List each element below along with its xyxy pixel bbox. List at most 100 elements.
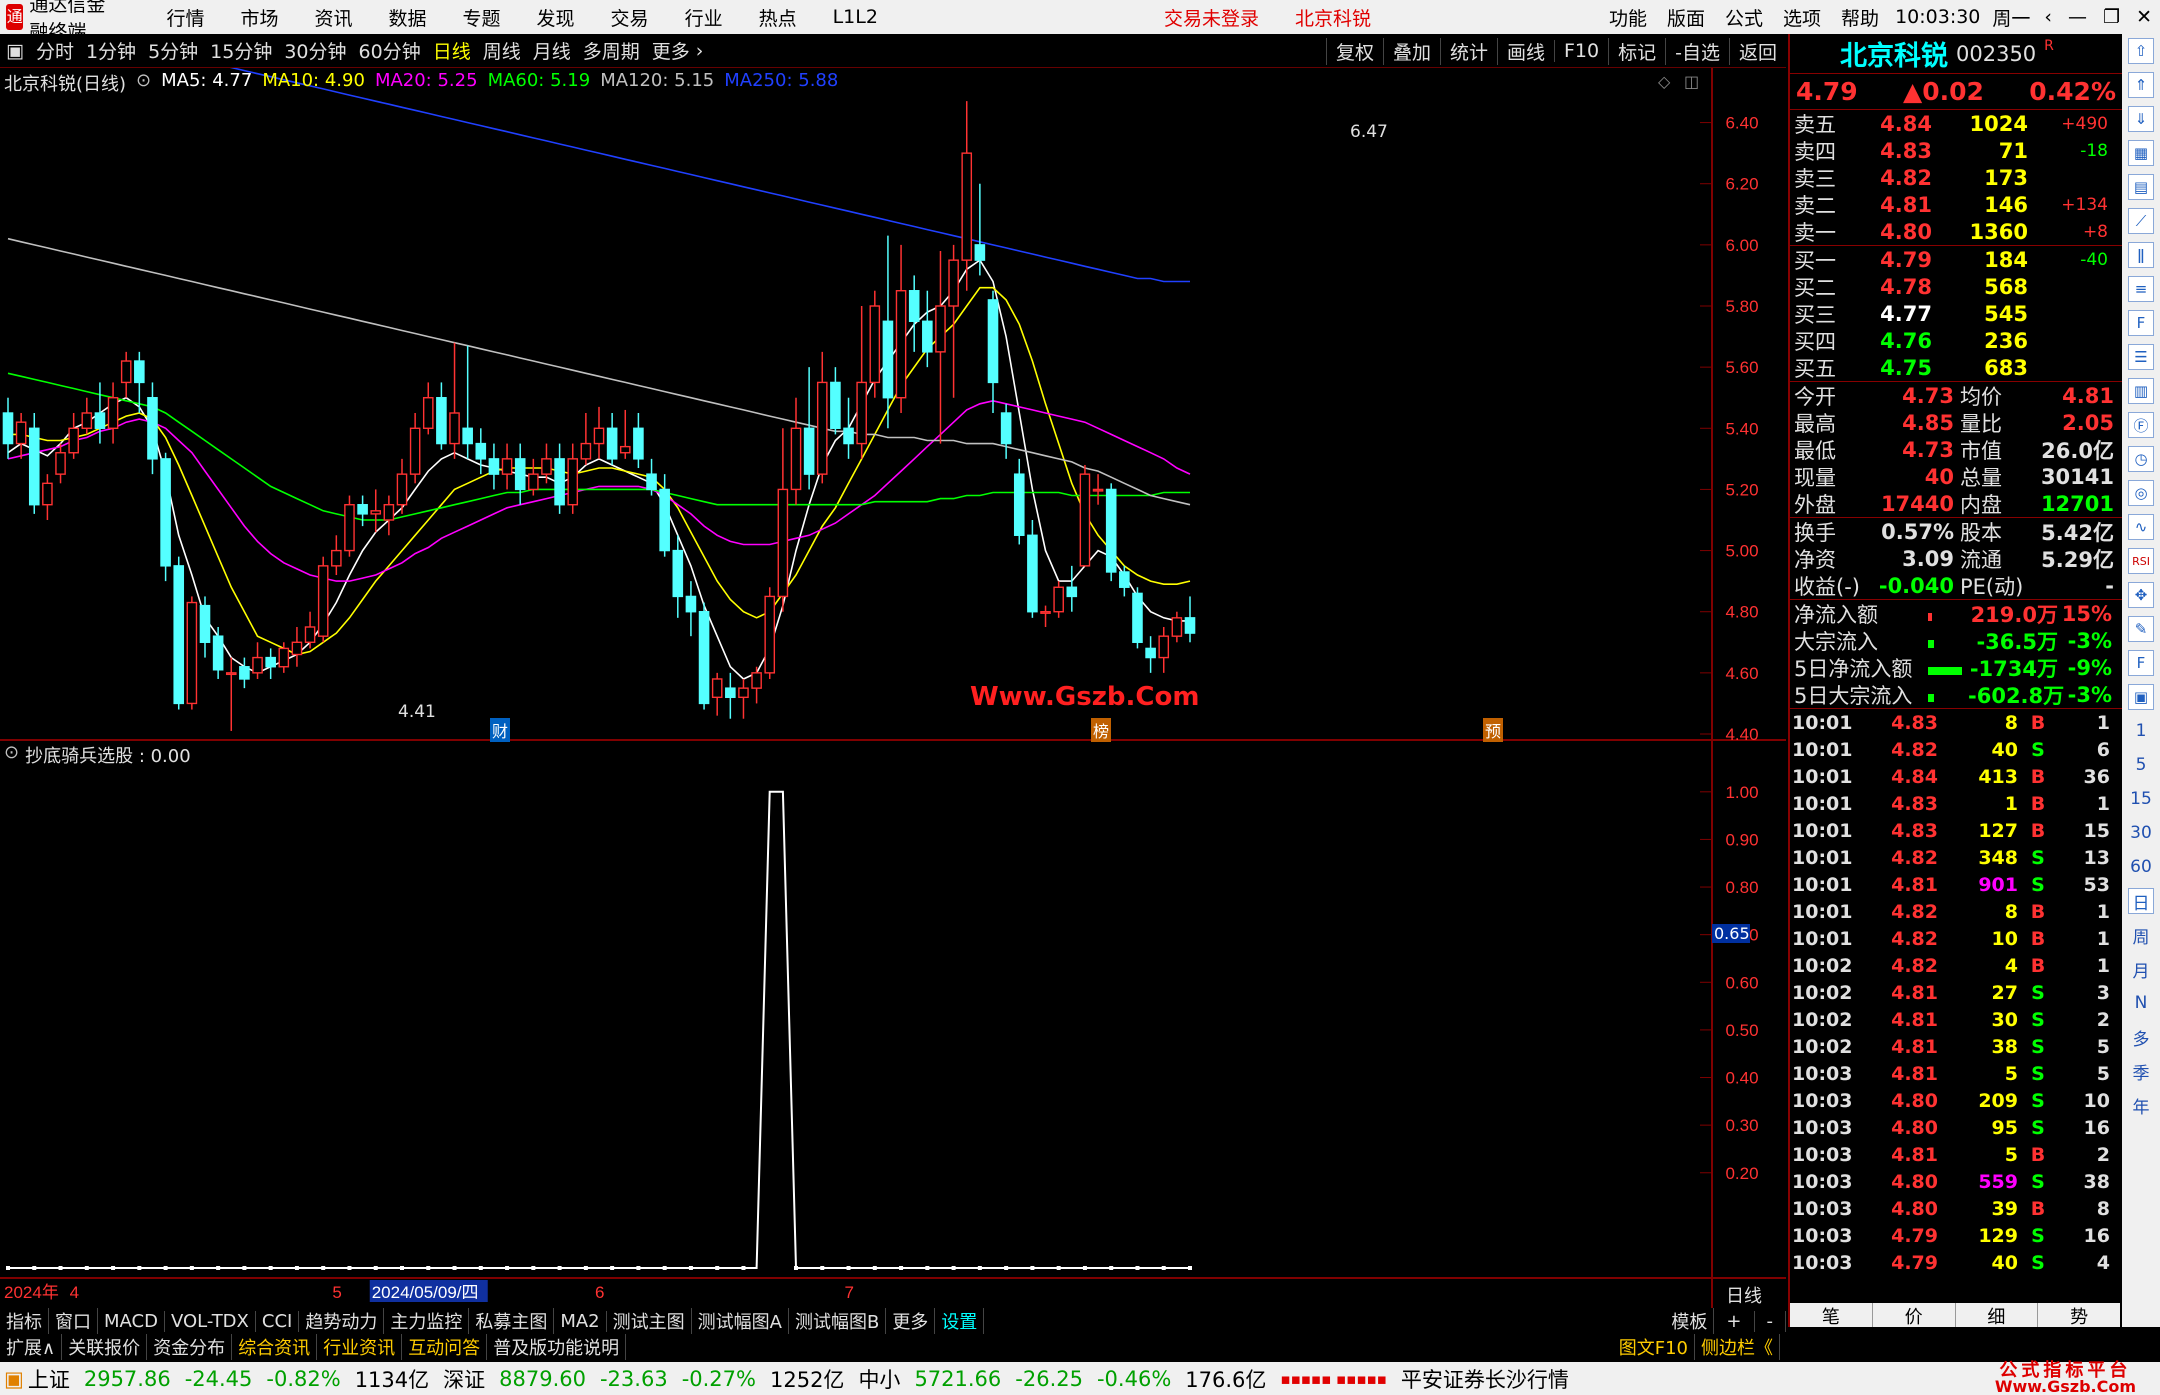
candle-body[interactable] [436,397,447,445]
candle-body[interactable] [344,504,355,552]
period-5-icon[interactable]: 5 [2128,752,2154,778]
candle-body[interactable] [94,412,106,429]
candle-body[interactable] [370,510,382,515]
candle-body[interactable] [1184,617,1196,634]
tab-zhibiao[interactable]: 指标 [0,1308,49,1334]
menu-shuju[interactable]: 数据 [371,4,445,31]
move-icon[interactable]: ✥ [2128,582,2154,608]
candle-body[interactable] [895,290,907,399]
candle-body[interactable] [160,458,171,567]
candle-body[interactable] [449,412,460,445]
period-60-icon[interactable]: 60 [2128,854,2154,880]
candle-body[interactable] [357,504,368,515]
candle-body[interactable] [790,427,802,491]
candle-body[interactable] [698,611,710,705]
candle-body[interactable] [409,427,421,475]
line-chart-icon[interactable]: ⟋ [2128,208,2154,234]
candle-body[interactable] [1132,592,1143,643]
tool-huaxian[interactable]: 画线 [1496,37,1554,65]
period-season-icon[interactable]: 季 [2128,1058,2154,1084]
candle-body[interactable] [948,259,959,307]
candle-body[interactable] [28,427,40,506]
side-tab-shi[interactable]: 势 [2038,1303,2120,1328]
tool-diejia[interactable]: 叠加 [1382,37,1440,65]
candle-body[interactable] [1053,586,1064,613]
tab-puji[interactable]: 普及版功能说明 [487,1334,627,1360]
list-icon[interactable]: ☰ [2128,344,2154,370]
tab-expand[interactable]: 扩展∧ [0,1334,63,1360]
candle-body[interactable] [987,299,999,384]
candle-body[interactable] [816,381,828,475]
close-icon[interactable]: ✕ [2128,6,2160,28]
tab-hudong[interactable]: 互动问答 [402,1334,488,1360]
period-daily[interactable]: 日线 [427,37,477,64]
candle-icon[interactable]: ǁ [2128,242,2154,268]
candle-body[interactable] [843,427,854,445]
candle-body[interactable] [173,565,185,705]
period-year-icon[interactable]: 年 [2128,1092,2154,1118]
period-multi-icon[interactable]: 多 [2128,1024,2154,1050]
candle-body[interactable] [541,458,552,475]
candle-body[interactable] [751,672,762,689]
candle-body[interactable] [554,458,565,506]
add-pane-button[interactable]: + [1714,1310,1755,1332]
menu-redian[interactable]: 热点 [741,4,815,31]
template-button[interactable]: 模板 [1665,1308,1715,1334]
pen-icon[interactable]: ✎ [2128,616,2154,642]
candle-body[interactable] [488,458,500,475]
candle-body[interactable] [711,678,723,699]
tab-tuwen-f10[interactable]: 图文F10 [1613,1334,1695,1360]
candle-body[interactable] [120,360,132,384]
candle-body[interactable] [593,427,605,445]
candle-body[interactable] [1158,635,1170,659]
candle-body[interactable] [134,360,145,384]
period-30-icon[interactable]: 30 [2128,820,2154,846]
side-tab-xi[interactable]: 细 [1956,1303,2039,1328]
minimize-icon[interactable]: — [2060,6,2095,28]
tab-zonghe[interactable]: 综合资讯 [232,1334,318,1360]
candle-body[interactable] [475,442,487,460]
candle-body[interactable] [278,647,290,668]
candle-body[interactable] [107,397,119,429]
period-monthly[interactable]: 月线 [527,37,577,64]
tab-macd[interactable]: MACD [98,1310,165,1332]
back-arrow-icon[interactable]: ‹ [2036,6,2060,28]
fs2-icon[interactable]: F [2128,650,2154,676]
remove-pane-button[interactable]: - [1755,1310,1786,1332]
menu-banmian[interactable]: 版面 [1657,4,1715,31]
candle-body[interactable] [803,427,815,475]
candle-body[interactable] [383,504,395,521]
candle-body[interactable] [1040,611,1051,614]
candle-body[interactable] [252,656,263,674]
tab-vol-tdx[interactable]: VOL-TDX [165,1310,256,1332]
candle-body[interactable] [462,427,473,445]
menu-xuanxiang[interactable]: 选项 [1773,4,1831,31]
tab-guanlian[interactable]: 关联报价 [62,1334,148,1360]
bid-row[interactable]: 买一 4.79 184 -40 [1790,246,2122,273]
candle-body[interactable] [882,320,894,399]
candle-body[interactable] [265,656,276,668]
candle-body[interactable] [528,473,539,491]
candle-body[interactable] [186,601,198,705]
period-30min[interactable]: 30分钟 [278,37,352,64]
side-tab-bi[interactable]: 笔 [1790,1303,1873,1328]
grid-icon[interactable]: ▥ [2128,378,2154,404]
page-up-icon[interactable]: ⇑ [2128,72,2154,98]
ask-row[interactable]: 卖三 4.82 173 [1790,164,2122,191]
candle-body[interactable] [501,458,513,475]
candle-body[interactable] [42,482,53,506]
candle-body[interactable] [1092,488,1104,492]
tool-fanhui[interactable]: 返回 [1728,37,1786,65]
ring-icon[interactable]: ◎ [2128,480,2154,506]
candle-body[interactable] [81,412,93,429]
candle-body[interactable] [239,666,250,680]
menu-zixun[interactable]: 资讯 [296,4,370,31]
candle-body[interactable] [633,427,644,460]
tool-fuquan[interactable]: 复权 [1325,37,1383,65]
candle-body[interactable] [55,452,66,475]
menu-bangzhu[interactable]: 帮助 [1831,4,1889,31]
tool-tongji[interactable]: 统计 [1439,37,1497,65]
menu-hangye[interactable]: 行业 [667,4,741,31]
period-5min[interactable]: 5分钟 [142,37,204,64]
period-day-icon[interactable]: 日 [2128,888,2154,914]
